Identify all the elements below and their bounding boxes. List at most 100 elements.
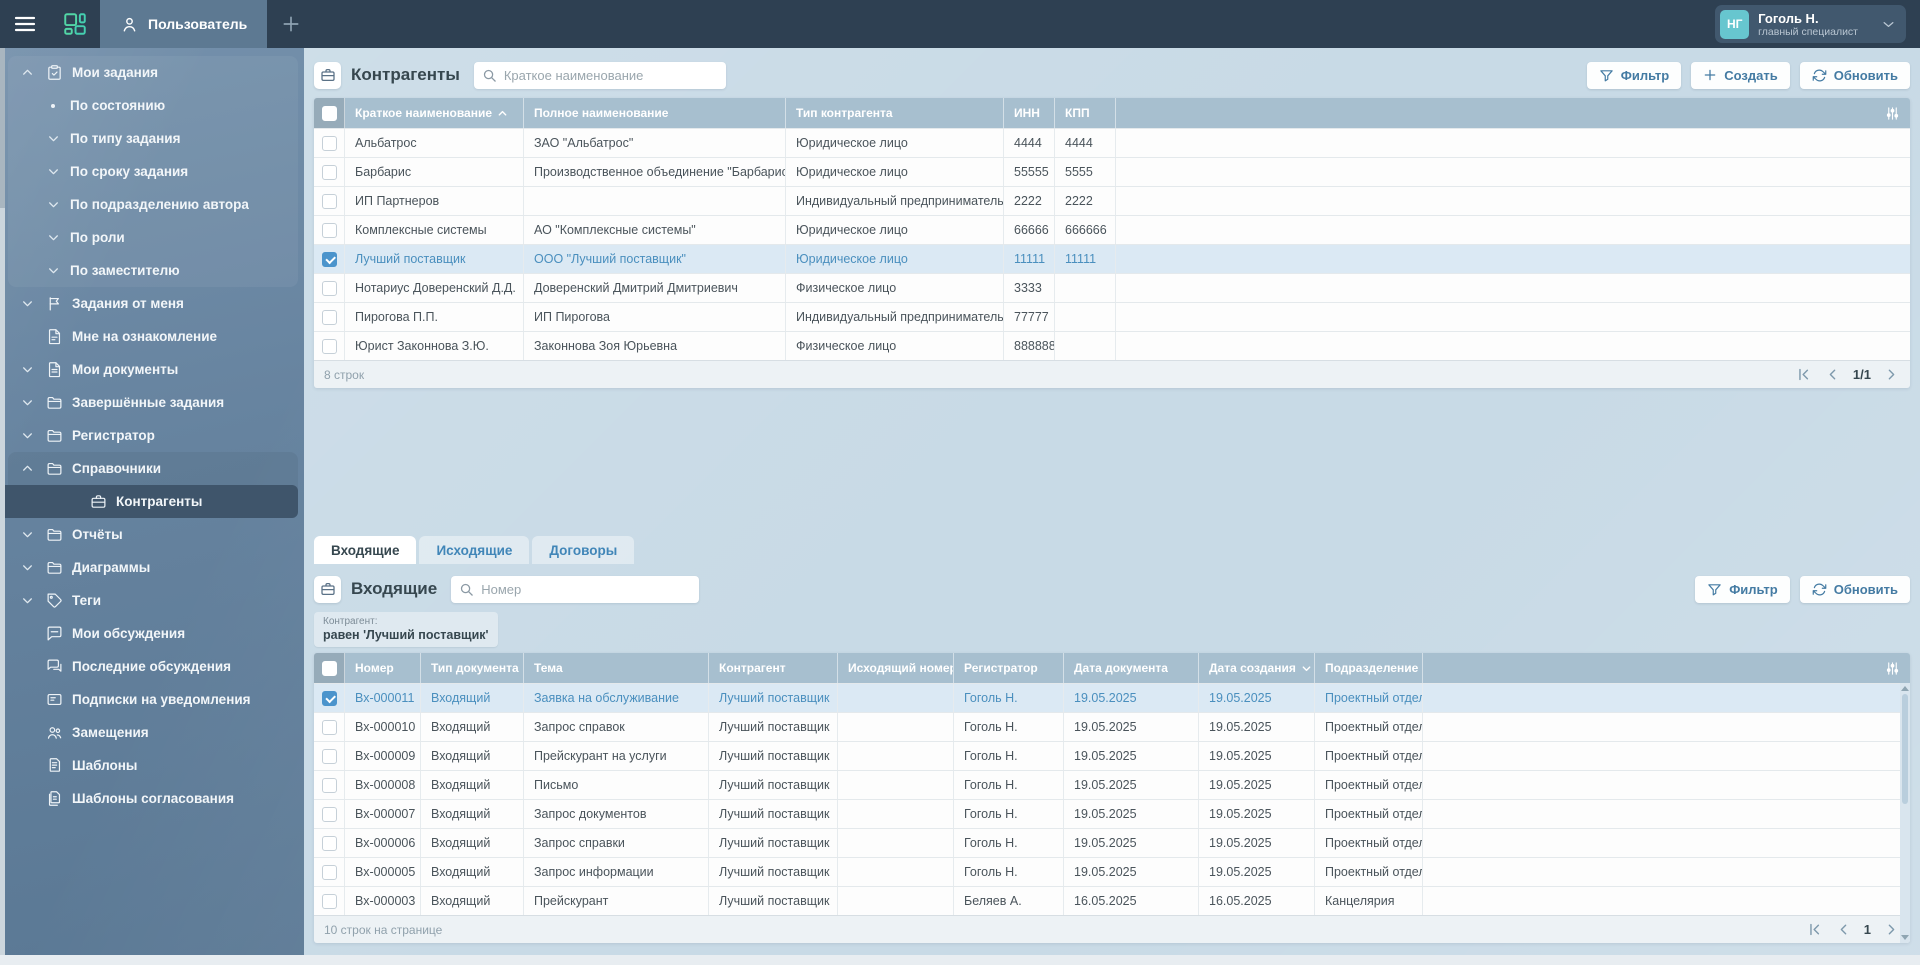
chevron-up-icon[interactable] bbox=[18, 462, 36, 475]
table-row[interactable]: Вх-000007ВходящийЗапрос документовЛучший… bbox=[314, 799, 1910, 828]
row-checkbox[interactable] bbox=[314, 684, 345, 712]
first-page-button[interactable] bbox=[1806, 921, 1823, 938]
column-settings-icon[interactable] bbox=[1885, 661, 1900, 676]
chevron-down-icon[interactable] bbox=[44, 264, 62, 277]
table-row[interactable]: Вх-000006ВходящийЗапрос справкиЛучший по… bbox=[314, 828, 1910, 857]
table-row[interactable]: Нотариус Доверенский Д.Д.Доверенский Дми… bbox=[314, 273, 1910, 302]
sidebar-item[interactable]: Подписки на уведомления bbox=[8, 683, 298, 716]
filter-button[interactable]: Фильтр bbox=[1587, 62, 1682, 89]
column-header-doc-date[interactable]: Дата документа bbox=[1064, 653, 1199, 683]
table-row[interactable]: Вх-000003ВходящийПрейскурантЛучший поста… bbox=[314, 886, 1910, 915]
table-row[interactable]: Вх-000005ВходящийЗапрос информацииЛучший… bbox=[314, 857, 1910, 886]
chevron-down-icon[interactable] bbox=[44, 132, 62, 145]
chevron-down-icon[interactable] bbox=[18, 528, 36, 541]
row-checkbox[interactable] bbox=[314, 771, 345, 799]
column-settings-icon[interactable] bbox=[1885, 106, 1900, 121]
column-header-full-name[interactable]: Полное наименование bbox=[524, 98, 786, 128]
sidebar-item[interactable]: Задания от меня bbox=[8, 287, 298, 320]
table-row[interactable]: Юрист Законнова З.Ю.Законнова Зоя Юрьевн… bbox=[314, 331, 1910, 360]
tab-user[interactable]: Пользователь bbox=[100, 0, 267, 48]
table-row[interactable]: Вх-000009ВходящийПрейскурант на услугиЛу… bbox=[314, 741, 1910, 770]
chevron-down-icon[interactable] bbox=[18, 297, 36, 310]
table-row[interactable]: Комплексные системыАО "Комплексные систе… bbox=[314, 215, 1910, 244]
scrollbar-thumb[interactable] bbox=[1902, 694, 1908, 804]
tab-incoming[interactable]: Входящие bbox=[314, 536, 416, 564]
row-checkbox[interactable] bbox=[314, 274, 345, 302]
sidebar-item[interactable]: По сроку задания bbox=[8, 155, 298, 188]
sidebar-item[interactable]: Мои обсуждения bbox=[8, 617, 298, 650]
row-checkbox[interactable] bbox=[314, 303, 345, 331]
column-header-short-name[interactable]: Краткое наименование bbox=[345, 98, 524, 128]
vertical-scrollbar[interactable] bbox=[1900, 683, 1910, 943]
sidebar-item[interactable]: Регистратор bbox=[8, 419, 298, 452]
next-page-button[interactable] bbox=[1883, 366, 1900, 383]
sidebar-item[interactable]: По состоянию bbox=[8, 89, 298, 122]
hamburger-button[interactable] bbox=[0, 0, 50, 48]
row-checkbox[interactable] bbox=[314, 829, 345, 857]
refresh-button[interactable]: Обновить bbox=[1800, 62, 1910, 89]
next-page-button[interactable] bbox=[1883, 921, 1900, 938]
sidebar-item[interactable]: Контрагенты bbox=[0, 485, 298, 518]
row-checkbox[interactable] bbox=[314, 742, 345, 770]
sidebar-item[interactable]: По заместителю bbox=[8, 254, 298, 287]
column-header-created-date[interactable]: Дата создания bbox=[1199, 653, 1315, 683]
chevron-down-icon[interactable] bbox=[18, 561, 36, 574]
header-checkbox[interactable] bbox=[314, 653, 345, 683]
row-checkbox[interactable] bbox=[314, 332, 345, 360]
refresh-button[interactable]: Обновить bbox=[1800, 576, 1910, 603]
column-header-department[interactable]: Подразделение bbox=[1315, 653, 1423, 683]
sidebar-item[interactable]: Теги bbox=[8, 584, 298, 617]
sidebar-item[interactable]: По подразделению автора bbox=[8, 188, 298, 221]
scroll-up-icon[interactable] bbox=[1901, 686, 1909, 691]
table-row[interactable]: Вх-000011ВходящийЗаявка на обслуживаниеЛ… bbox=[314, 683, 1910, 712]
sidebar-item[interactable]: Мне на ознакомление bbox=[8, 320, 298, 353]
chevron-down-icon[interactable] bbox=[18, 429, 36, 442]
sidebar-item[interactable]: По роли bbox=[8, 221, 298, 254]
row-checkbox[interactable] bbox=[314, 887, 345, 915]
column-header-type[interactable]: Тип контрагента bbox=[786, 98, 1004, 128]
sidebar-item[interactable]: Справочники bbox=[8, 452, 298, 485]
table-row[interactable]: Вх-000010ВходящийЗапрос справокЛучший по… bbox=[314, 712, 1910, 741]
column-header-subject[interactable]: Тема bbox=[524, 653, 709, 683]
search-input[interactable] bbox=[481, 582, 691, 597]
counterparties-search[interactable] bbox=[474, 62, 726, 89]
create-button[interactable]: Создать bbox=[1691, 62, 1789, 89]
chevron-down-icon[interactable] bbox=[44, 165, 62, 178]
sidebar-item[interactable]: Замещения bbox=[8, 716, 298, 749]
dashboard-button[interactable] bbox=[50, 0, 100, 48]
table-row[interactable]: Вх-000008ВходящийПисьмоЛучший поставщикГ… bbox=[314, 770, 1910, 799]
chevron-down-icon[interactable] bbox=[18, 396, 36, 409]
chevron-up-icon[interactable] bbox=[18, 66, 36, 79]
column-header-counterparty[interactable]: Контрагент bbox=[709, 653, 838, 683]
row-checkbox[interactable] bbox=[314, 129, 345, 157]
row-checkbox[interactable] bbox=[314, 245, 345, 273]
table-row[interactable]: БарбарисПроизводственное объединение "Ба… bbox=[314, 157, 1910, 186]
table-row[interactable]: Пирогова П.П.ИП ПироговаИндивидуальный п… bbox=[314, 302, 1910, 331]
column-header-doc-type[interactable]: Тип документа bbox=[421, 653, 524, 683]
sidebar-scrollbar[interactable] bbox=[0, 48, 5, 955]
column-header-kpp[interactable]: КПП bbox=[1055, 98, 1116, 128]
search-input[interactable] bbox=[504, 68, 718, 83]
sidebar-item[interactable]: По типу задания bbox=[8, 122, 298, 155]
row-checkbox[interactable] bbox=[314, 800, 345, 828]
sidebar-item[interactable]: Шаблоны согласования bbox=[8, 782, 298, 815]
sidebar-item[interactable]: Завершённые задания bbox=[8, 386, 298, 419]
prev-page-button[interactable] bbox=[1835, 921, 1852, 938]
sidebar-item[interactable]: Мои документы bbox=[8, 353, 298, 386]
sidebar-item[interactable]: Шаблоны bbox=[8, 749, 298, 782]
column-header-number[interactable]: Номер bbox=[345, 653, 421, 683]
prev-page-button[interactable] bbox=[1824, 366, 1841, 383]
column-header-outgoing-number[interactable]: Исходящий номер bbox=[838, 653, 954, 683]
add-tab-button[interactable] bbox=[267, 0, 315, 48]
sidebar-item[interactable]: Мои задания bbox=[8, 56, 298, 89]
sidebar-item[interactable]: Отчёты bbox=[8, 518, 298, 551]
chevron-down-icon[interactable] bbox=[18, 363, 36, 376]
row-checkbox[interactable] bbox=[314, 216, 345, 244]
row-checkbox[interactable] bbox=[314, 713, 345, 741]
chevron-down-icon[interactable] bbox=[44, 231, 62, 244]
header-checkbox[interactable] bbox=[314, 98, 345, 128]
incoming-search[interactable] bbox=[451, 576, 699, 603]
table-row[interactable]: ИП ПартнеровИндивидуальный предпринимате… bbox=[314, 186, 1910, 215]
row-checkbox[interactable] bbox=[314, 187, 345, 215]
user-chip[interactable]: НГ Гоголь Н. главный специалист bbox=[1715, 5, 1906, 43]
